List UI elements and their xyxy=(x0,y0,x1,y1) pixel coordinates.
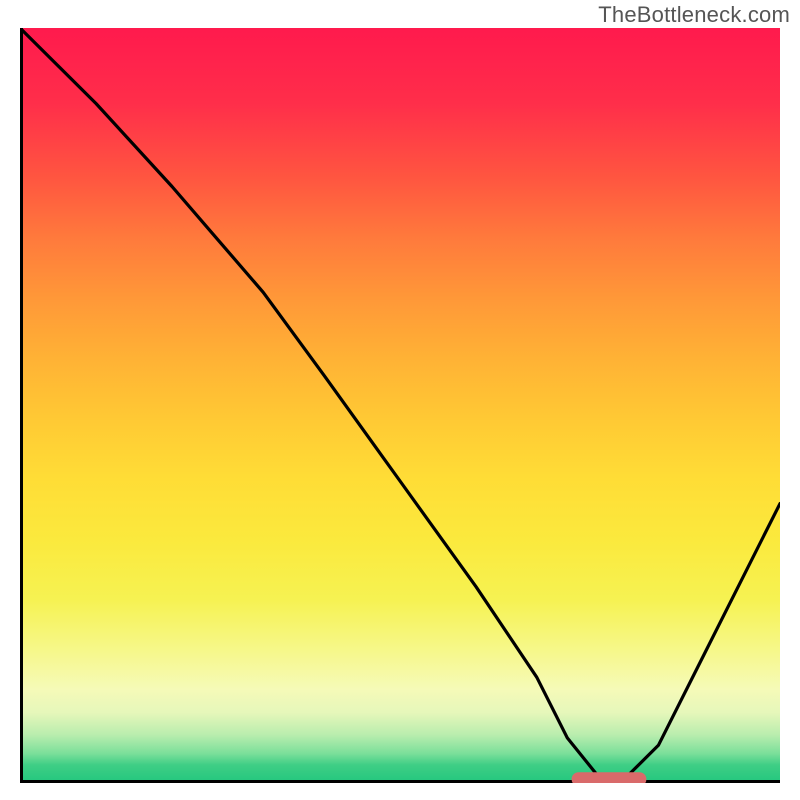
optimal-range-marker xyxy=(20,28,780,783)
chart-container: TheBottleneck.com xyxy=(0,0,800,800)
watermark-text: TheBottleneck.com xyxy=(598,2,790,28)
